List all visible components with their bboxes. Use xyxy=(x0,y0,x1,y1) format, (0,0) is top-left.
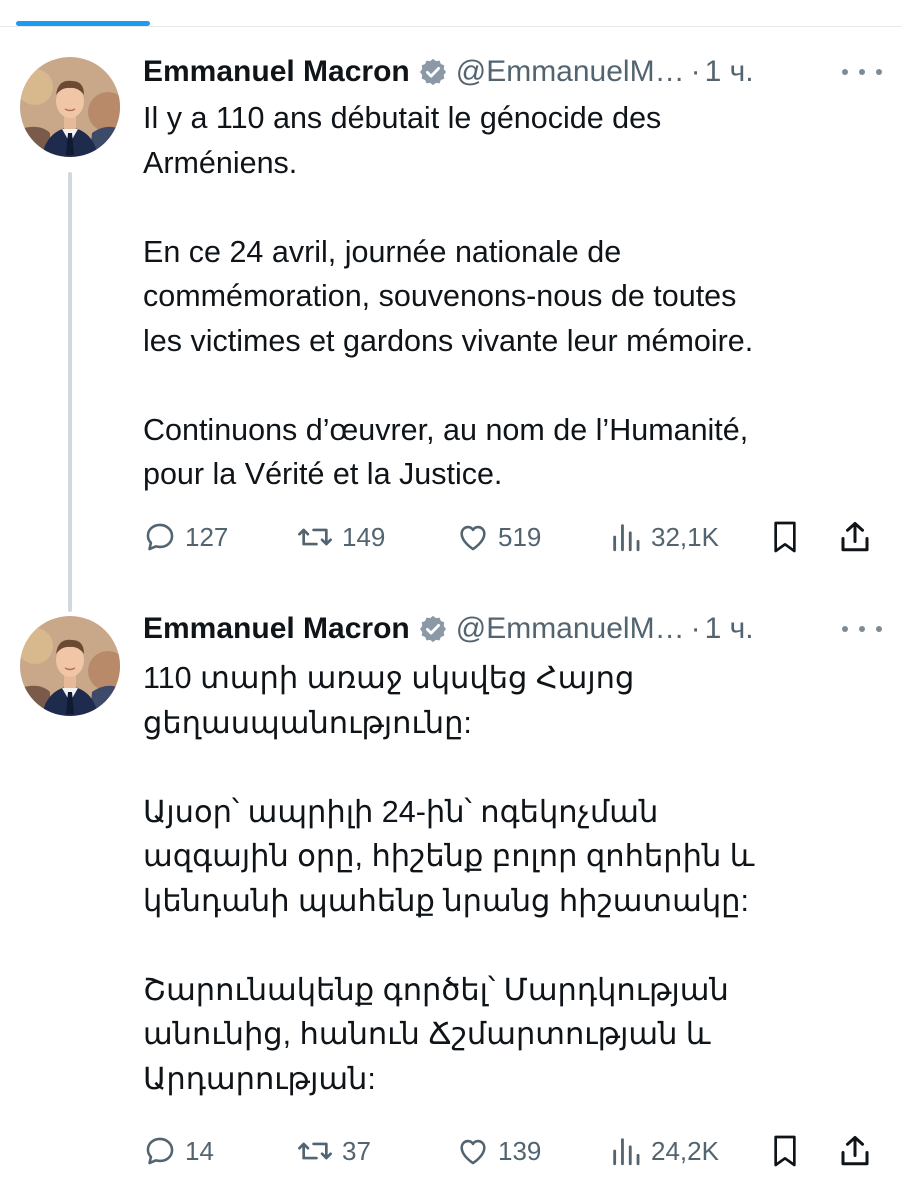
thread-connector-line xyxy=(68,172,72,612)
share-icon xyxy=(841,1136,869,1166)
views-icon xyxy=(613,524,640,552)
repost-button[interactable]: 149 xyxy=(296,517,385,557)
top-divider xyxy=(0,26,901,27)
text-line: Արդարության: xyxy=(143,1061,376,1096)
reply-icon xyxy=(146,523,174,551)
author-name[interactable]: Emmanuel Macron xyxy=(143,55,410,89)
author-handle[interactable]: @EmmanuelM… xyxy=(456,612,685,646)
tweet-timestamp[interactable]: 1 ч. xyxy=(705,55,754,89)
bookmark-icon xyxy=(774,521,796,553)
share-icon xyxy=(841,522,869,552)
text-line: Continuons d’œuvrer, au nom de l’Humanit… xyxy=(143,412,749,447)
avatar[interactable] xyxy=(20,616,120,716)
text-line: կենդանի պահենք նրանց հիշատակը: xyxy=(143,883,749,918)
text-line: Այսօր՝ ապրիլի 24-ին՝ ոգեկոչման xyxy=(143,794,659,829)
like-count: 139 xyxy=(498,1135,542,1166)
heart-icon xyxy=(460,1139,486,1165)
header-separator: · xyxy=(690,55,701,88)
reply-count: 127 xyxy=(185,521,229,552)
like-count: 519 xyxy=(498,521,542,552)
like-button[interactable]: 519 xyxy=(456,517,541,557)
reply-icon xyxy=(146,1137,174,1165)
header-separator: · xyxy=(690,612,701,645)
text-line: անունից, հանուն Ճշմարտության և xyxy=(143,1017,711,1051)
text-line: commémoration, souvenons-nous de toutes xyxy=(143,279,737,313)
repost-count: 37 xyxy=(342,1135,371,1166)
verified-badge-icon xyxy=(418,57,448,87)
repost-icon xyxy=(298,1142,332,1160)
more-options-icon[interactable] xyxy=(842,60,882,84)
reply-button[interactable]: 127 xyxy=(143,517,228,557)
heart-icon xyxy=(460,525,486,551)
share-button[interactable] xyxy=(837,1131,873,1171)
bookmark-icon xyxy=(774,1135,796,1167)
repost-icon xyxy=(298,528,332,546)
more-options-icon[interactable] xyxy=(842,617,882,641)
views-button[interactable]: 24,2K xyxy=(609,1131,719,1171)
bookmark-button[interactable] xyxy=(769,517,801,557)
tweet-timestamp[interactable]: 1 ч. xyxy=(705,612,754,646)
avatar[interactable] xyxy=(20,57,120,157)
text-line: 110 տարի առաջ սկսվեց Հայոց xyxy=(143,661,635,695)
author-handle[interactable]: @EmmanuelM… xyxy=(456,55,685,89)
like-button[interactable]: 139 xyxy=(456,1131,541,1171)
tweet-paragraph: Il y a 110 ans débutait le génocide des … xyxy=(143,96,863,185)
text-line: ազգային օրը, հիշենք բոլոր զոհերին և xyxy=(143,839,755,873)
tweet-text: 110 տարի առաջ սկսվեց Հայոց ցեղասպանությո… xyxy=(143,656,863,1101)
tweet-paragraph: Շարունակենք գործել՝ Մարդկության անունից,… xyxy=(143,968,863,1102)
reply-button[interactable]: 14 xyxy=(143,1131,214,1171)
tweet-actions: 14 37 139 24,2K xyxy=(143,1131,883,1171)
tweet-paragraph: Continuons d’œuvrer, au nom de l’Humanit… xyxy=(143,408,863,497)
tweet-paragraph: 110 տարի առաջ սկսվեց Հայոց ցեղասպանությո… xyxy=(143,656,863,745)
author-name[interactable]: Emmanuel Macron xyxy=(143,612,410,646)
reply-count: 14 xyxy=(185,1135,214,1166)
tweet-text: Il y a 110 ans débutait le génocide des … xyxy=(143,96,863,497)
views-icon xyxy=(613,1138,640,1166)
views-count: 24,2K xyxy=(651,1135,719,1166)
tweet-actions: 127 149 519 32,1K xyxy=(143,517,883,557)
share-button[interactable] xyxy=(837,517,873,557)
text-line: ցեղասպանությունը: xyxy=(143,705,472,740)
text-line: Arméniens. xyxy=(143,145,298,180)
text-line: pour la Vérité et la Justice. xyxy=(143,457,503,491)
text-line: En ce 24 avril, journée nationale de xyxy=(143,234,622,269)
text-line: Շարունակենք գործել՝ Մարդկության xyxy=(143,972,729,1007)
verified-badge-icon xyxy=(418,614,448,644)
tweet-paragraph: En ce 24 avril, journée nationale de com… xyxy=(143,230,863,364)
text-line: les victimes et gardons vivante leur mém… xyxy=(143,323,754,358)
text-line: Il y a 110 ans débutait le génocide des xyxy=(143,101,662,135)
repost-button[interactable]: 37 xyxy=(296,1131,371,1171)
bookmark-button[interactable] xyxy=(769,1131,801,1171)
views-button[interactable]: 32,1K xyxy=(609,517,719,557)
repost-count: 149 xyxy=(342,521,386,552)
views-count: 32,1K xyxy=(651,521,719,552)
tweet-paragraph: Այսօր՝ ապրիլի 24-ին՝ ոգեկոչման ազգային օ… xyxy=(143,790,863,924)
